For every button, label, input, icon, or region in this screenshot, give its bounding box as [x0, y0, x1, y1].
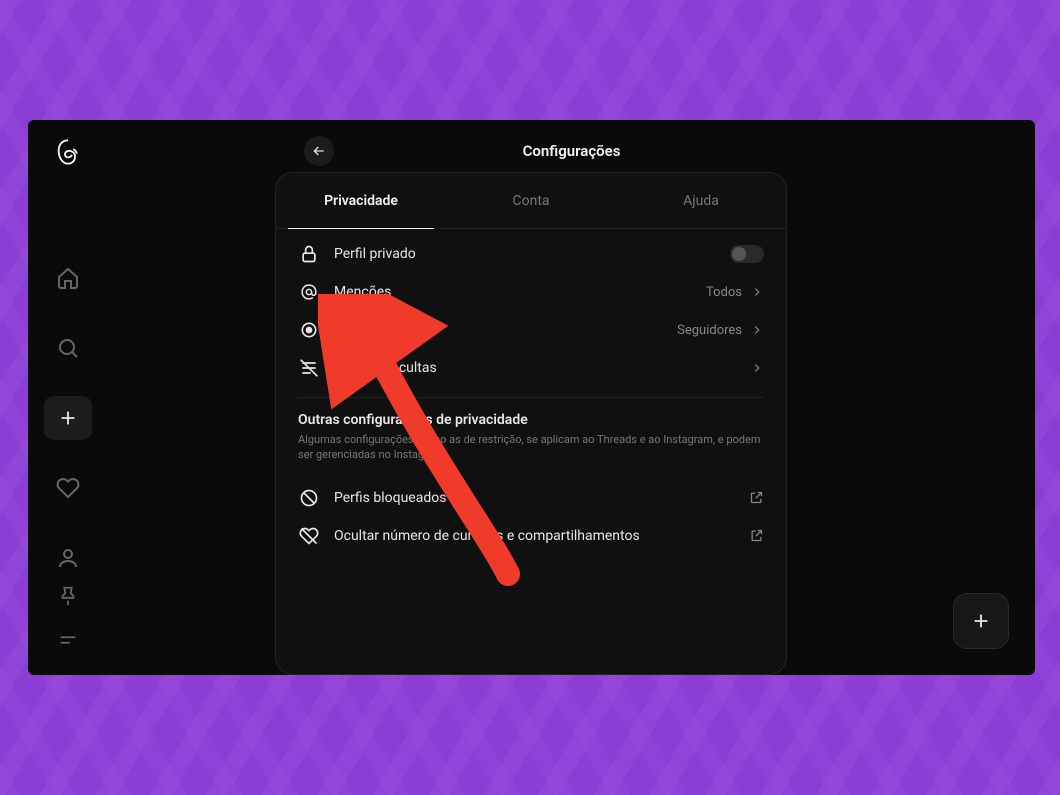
row-blocked-profiles[interactable]: Perfis bloqueados: [298, 479, 764, 517]
tab-help-label: Ajuda: [683, 193, 719, 209]
nav-create[interactable]: [44, 396, 92, 440]
pin-icon[interactable]: [57, 585, 79, 607]
plus-icon: [970, 610, 992, 632]
row-hidden-words-label: Palavras ocultas: [334, 360, 750, 376]
user-icon: [56, 546, 80, 570]
row-hidden-words[interactable]: Palavras ocultas: [298, 349, 764, 387]
heart-off-icon: [298, 525, 320, 547]
row-private-profile-label: Perfil privado: [334, 246, 730, 262]
external-link-icon: [749, 528, 764, 543]
menu-icon[interactable]: [57, 629, 79, 651]
hidden-words-icon: [298, 357, 320, 379]
arrow-left-icon: [311, 143, 327, 159]
status-icon: [298, 319, 320, 341]
chevron-right-icon: [750, 323, 764, 337]
at-icon: [298, 281, 320, 303]
nav-list: [44, 256, 92, 580]
external-link-icon: [749, 490, 764, 505]
row-private-profile[interactable]: Perfil privado: [298, 235, 764, 273]
divider: [298, 397, 764, 398]
tabs: Privacidade Conta Ajuda: [276, 173, 786, 229]
search-icon: [56, 336, 80, 360]
nav-activity[interactable]: [44, 466, 92, 510]
privacy-section: Perfil privado Menções Todos Status: [276, 229, 786, 387]
tab-help[interactable]: Ajuda: [616, 173, 786, 228]
tab-account-label: Conta: [512, 193, 549, 209]
row-hide-counts-label: Ocultar número de curtidas e compartilha…: [334, 528, 749, 544]
heart-icon: [56, 476, 80, 500]
plus-icon: [57, 407, 79, 429]
tab-privacy[interactable]: Privacidade: [276, 173, 446, 228]
private-profile-toggle[interactable]: [730, 245, 764, 263]
row-mentions-value: Todos: [706, 285, 742, 300]
row-hide-counts[interactable]: Ocultar número de curtidas e compartilha…: [298, 517, 764, 555]
blocked-icon: [298, 487, 320, 509]
tab-account[interactable]: Conta: [446, 173, 616, 228]
other-privacy-section: Perfis bloqueados Ocultar número de curt…: [276, 473, 786, 555]
page-title: Configurações: [523, 142, 621, 160]
nav-home[interactable]: [44, 256, 92, 300]
nav-search[interactable]: [44, 326, 92, 370]
row-mentions[interactable]: Menções Todos: [298, 273, 764, 311]
tab-privacy-label: Privacidade: [324, 193, 398, 209]
row-blocked-profiles-label: Perfis bloqueados: [334, 490, 749, 506]
row-mentions-label: Menções: [334, 284, 706, 300]
sidebar: [28, 120, 108, 675]
app-window: Configurações Privacidade Conta Ajuda Pe…: [28, 120, 1035, 675]
threads-logo-icon[interactable]: [54, 138, 82, 166]
home-icon: [56, 266, 80, 290]
other-privacy-heading: Outras configurações de privacidade: [276, 412, 786, 428]
compose-fab[interactable]: [953, 593, 1009, 649]
nav-profile[interactable]: [44, 536, 92, 580]
back-button[interactable]: [304, 136, 334, 166]
settings-card: Privacidade Conta Ajuda Perfil privado M…: [275, 172, 787, 675]
chevron-right-icon: [750, 285, 764, 299]
lock-icon: [298, 243, 320, 265]
row-online-status[interactable]: Status online Seguidores: [298, 311, 764, 349]
other-privacy-description: Algumas configurações, como as de restri…: [276, 428, 786, 473]
header: Configurações: [108, 134, 1035, 168]
row-online-status-value: Seguidores: [677, 323, 742, 338]
row-online-status-label: Status online: [334, 322, 677, 338]
chevron-right-icon: [750, 361, 764, 375]
sidebar-bottom: [28, 585, 108, 651]
